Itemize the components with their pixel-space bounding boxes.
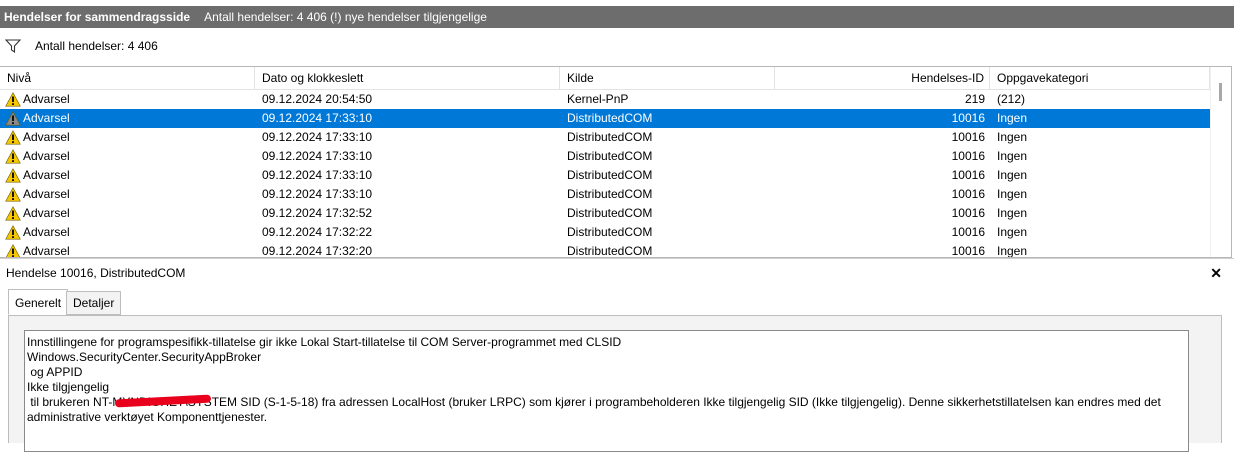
category-cell: Ingen	[997, 149, 1028, 163]
date-cell: 09.12.2024 17:32:52	[262, 206, 373, 220]
close-icon[interactable]: ✕	[1210, 259, 1222, 287]
category-cell: (212)	[997, 92, 1026, 106]
event-detail-header: Hendelse 10016, DistributedCOM ✕	[0, 258, 1234, 287]
description-line: Windows.SecurityCenter.SecurityAppBroker	[27, 350, 262, 364]
scrollbar-thumb[interactable]	[1219, 83, 1222, 101]
events-table[interactable]: Nivå Dato og klokkeslett Kilde Hendelses…	[0, 66, 1232, 258]
filter-bar: Antall hendelser: 4 406	[0, 32, 1234, 60]
source-cell: DistributedCOM	[567, 187, 653, 201]
warning-icon	[5, 111, 21, 126]
column-header-event-id[interactable]: Hendelses-ID	[775, 67, 990, 89]
date-cell: 09.12.2024 20:54:50	[262, 92, 373, 106]
source-cell: DistributedCOM	[567, 206, 653, 220]
event-id-cell: 10016	[951, 130, 985, 144]
category-cell: Ingen	[997, 111, 1028, 125]
warning-icon	[5, 130, 21, 145]
category-cell: Ingen	[997, 168, 1028, 182]
category-cell: Ingen	[997, 130, 1028, 144]
source-cell: DistributedCOM	[567, 149, 653, 163]
date-cell: 09.12.2024 17:33:10	[262, 168, 373, 182]
level-cell: Advarsel	[23, 206, 70, 220]
category-cell: Ingen	[997, 206, 1028, 220]
warning-icon	[5, 206, 21, 221]
table-header: Nivå Dato og klokkeslett Kilde Hendelses…	[0, 67, 1210, 90]
level-cell: Advarsel	[23, 168, 70, 182]
table-row[interactable]: Advarsel 09.12.2024 17:32:20 DistributedCO…	[0, 242, 1210, 258]
table-row[interactable]: Advarsel 09.12.2024 17:32:22 DistributedCO…	[0, 223, 1210, 242]
table-row[interactable]: Advarsel 09.12.2024 17:33:10 DistributedCO…	[0, 147, 1210, 166]
event-count-label: Antall hendelser: 4 406	[35, 39, 158, 53]
date-cell: 09.12.2024 17:32:20	[262, 244, 373, 258]
table-row[interactable]: Advarsel 09.12.2024 20:54:50 Kernel-PnP 219…	[0, 90, 1210, 109]
event-id-cell: 10016	[951, 111, 985, 125]
tab-general[interactable]: Generelt	[8, 289, 69, 315]
source-cell: DistributedCOM	[567, 225, 653, 239]
event-detail-title: Hendelse 10016, DistributedCOM	[6, 266, 186, 280]
event-id-cell: 10016	[951, 244, 985, 258]
event-id-cell: 10016	[951, 168, 985, 182]
table-row[interactable]: Advarsel 09.12.2024 17:32:52 DistributedCO…	[0, 204, 1210, 223]
source-cell: DistributedCOM	[567, 111, 653, 125]
event-id-cell: 219	[964, 92, 985, 106]
window-title: Hendelser for sammendragsside	[4, 10, 191, 24]
tab-details[interactable]: Detaljer	[66, 291, 122, 315]
source-cell: DistributedCOM	[567, 130, 653, 144]
source-cell: DistributedCOM	[567, 168, 653, 182]
column-header-date[interactable]: Dato og klokkeslett	[255, 67, 560, 89]
warning-icon	[6, 244, 20, 257]
description-line: administrative verktøyet Komponenttjenes…	[27, 410, 268, 424]
level-cell: Advarsel	[23, 187, 70, 201]
level-cell: Advarsel	[23, 149, 70, 163]
event-id-cell: 10016	[951, 206, 985, 220]
table-row[interactable]: Advarsel 09.12.2024 17:33:10 DistributedCO…	[0, 166, 1210, 185]
filter-icon[interactable]	[5, 38, 21, 54]
column-header-level[interactable]: Nivå	[0, 67, 255, 89]
general-tab-panel: Innstillingene for programspesifikk-till…	[8, 315, 1222, 452]
warning-icon	[5, 149, 21, 164]
event-id-cell: 10016	[951, 149, 985, 163]
event-description: Innstillingene for programspesifikk-till…	[27, 335, 1161, 425]
window-titlebar: Hendelser for sammendragsside Antall hen…	[0, 6, 1234, 28]
description-line: og APPID	[27, 365, 83, 379]
date-cell: 09.12.2024 17:33:10	[262, 111, 373, 125]
warning-icon	[5, 168, 21, 183]
description-line: Ikke tilgjengelig	[27, 380, 110, 394]
warning-icon	[5, 187, 21, 202]
event-description-box[interactable]: Innstillingene for programspesifikk-till…	[24, 330, 1189, 452]
date-cell: 09.12.2024 17:33:10	[262, 187, 373, 201]
column-header-source[interactable]: Kilde	[560, 67, 775, 89]
column-header-task-category[interactable]: Oppgavekategori	[990, 67, 1210, 89]
event-id-cell: 10016	[951, 187, 985, 201]
table-row[interactable]: Advarsel 09.12.2024 17:33:10 DistributedCO…	[0, 109, 1210, 128]
category-cell: Ingen	[997, 225, 1028, 239]
category-cell: Ingen	[997, 187, 1028, 201]
description-line: Innstillingene for programspesifikk-till…	[27, 335, 622, 349]
level-cell: Advarsel	[23, 225, 70, 239]
warning-icon	[5, 225, 21, 240]
level-cell: Advarsel	[23, 130, 70, 144]
source-cell: DistributedCOM	[567, 244, 653, 258]
table-row[interactable]: Advarsel 09.12.2024 17:33:10 DistributedCO…	[0, 128, 1210, 147]
date-cell: 09.12.2024 17:32:22	[262, 225, 373, 239]
vertical-scrollbar[interactable]	[1210, 67, 1231, 257]
date-cell: 09.12.2024 17:33:10	[262, 149, 373, 163]
level-cell: Advarsel	[23, 244, 70, 258]
events-summary: Antall hendelser: 4 406 (!) nye hendelse…	[204, 10, 487, 24]
level-cell: Advarsel	[23, 92, 70, 106]
warning-icon	[5, 92, 21, 107]
event-id-cell: 10016	[951, 225, 985, 239]
table-row[interactable]: Advarsel 09.12.2024 17:33:10 DistributedCO…	[0, 185, 1210, 204]
source-cell: Kernel-PnP	[567, 92, 629, 106]
category-cell: Ingen	[997, 244, 1028, 258]
level-cell: Advarsel	[23, 111, 70, 125]
date-cell: 09.12.2024 17:33:10	[262, 130, 373, 144]
